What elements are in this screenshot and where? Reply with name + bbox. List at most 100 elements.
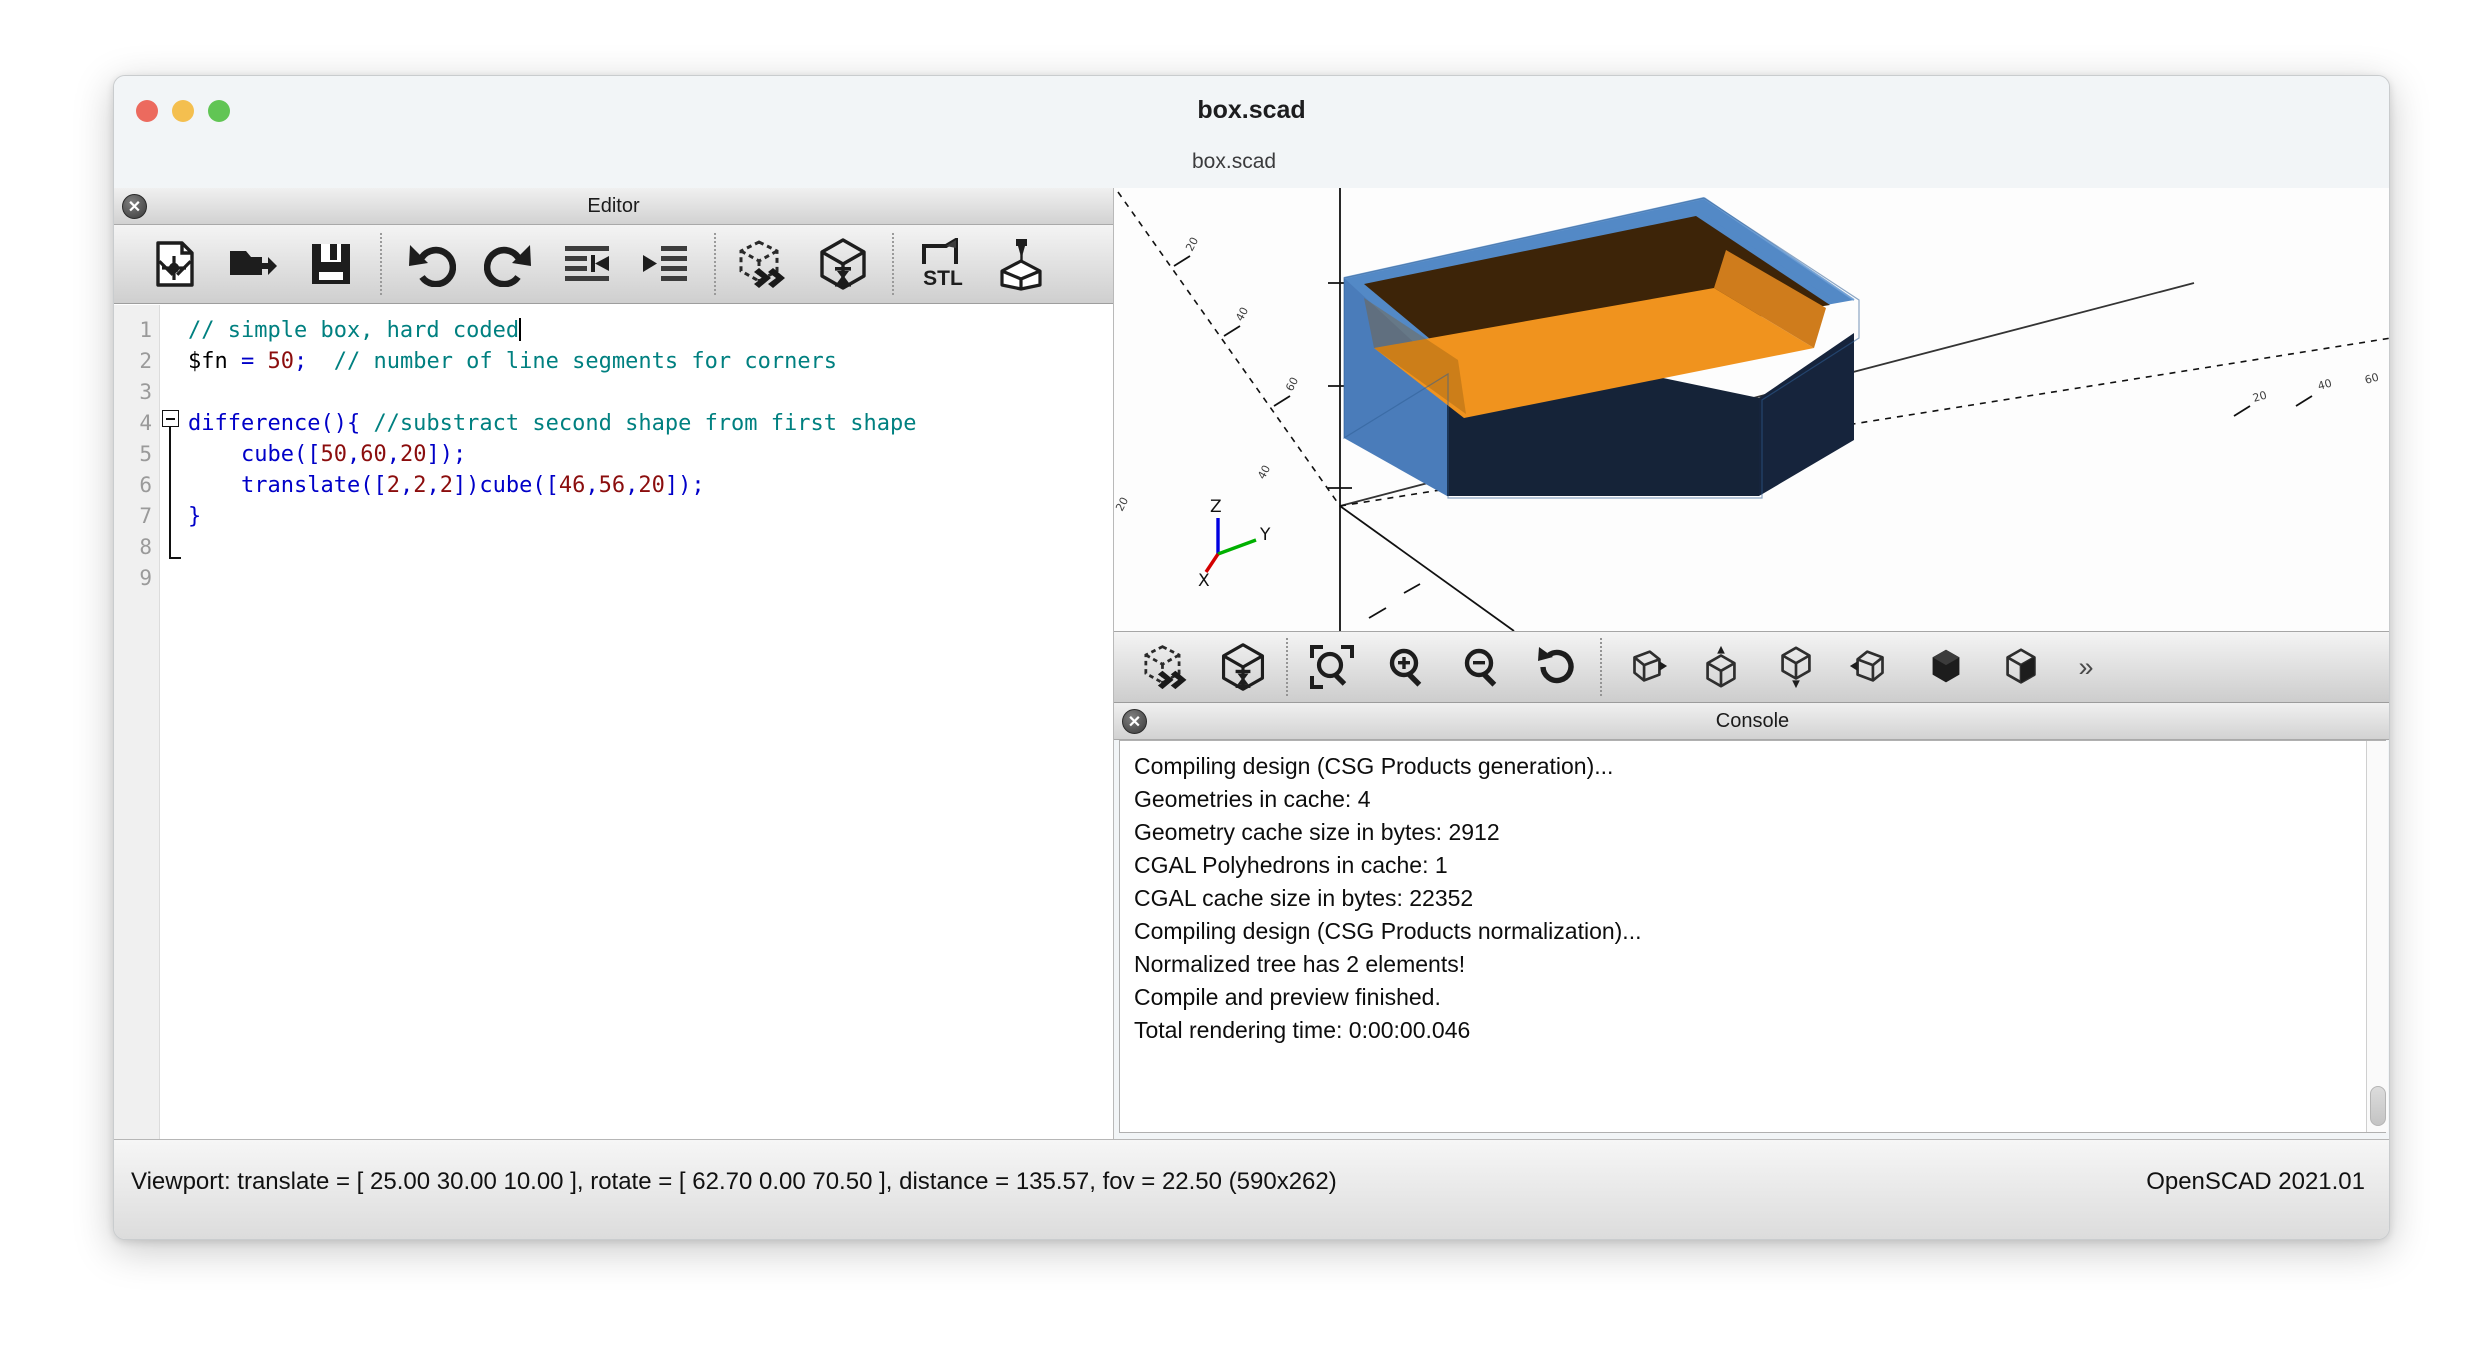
render-icon[interactable] — [804, 233, 882, 295]
console-line: CGAL Polyhedrons in cache: 1 — [1134, 852, 1448, 878]
toolbar-separator — [892, 233, 894, 295]
app-window: box.scad box.scad ✕ Editor STL 1 2 3 4 5… — [113, 75, 2390, 1240]
code-line[interactable]: translate([2,2,2])cube([46,56,20]); — [188, 470, 1113, 501]
code-token: 46 — [558, 473, 586, 498]
code-token: difference(){ — [188, 411, 361, 436]
viewport-status-text: Viewport: translate = [ 25.00 30.00 10.0… — [131, 1168, 1337, 1195]
code-line[interactable] — [188, 377, 1113, 408]
svg-text:Y: Y — [1259, 525, 1271, 545]
view-top-icon[interactable] — [1683, 638, 1758, 696]
overflow-icon[interactable]: » — [2058, 638, 2114, 696]
code-token: 2 — [413, 473, 427, 498]
code-token: ]); — [664, 473, 705, 498]
console-line: Total rendering time: 0:00:00.046 — [1134, 1017, 1471, 1043]
export-stl-icon[interactable]: STL — [904, 233, 982, 295]
app-version-label: OpenSCAD 2021.01 — [2146, 1168, 2365, 1195]
toolbar-separator — [714, 233, 716, 295]
editor-dock-header: ✕ Editor — [114, 188, 1113, 225]
tab-box-scad[interactable]: box.scad — [1192, 150, 1276, 174]
zoom-all-icon[interactable] — [1294, 638, 1369, 696]
code-line[interactable]: } — [188, 501, 1113, 532]
code-token: $fn — [188, 349, 241, 374]
console-output[interactable]: Compiling design (CSG Products generatio… — [1119, 740, 2386, 1133]
reset-view-icon[interactable] — [1519, 638, 1594, 696]
svg-text:Z: Z — [1210, 497, 1222, 517]
console-scrollbar[interactable] — [2366, 741, 2388, 1132]
code-editor[interactable]: 123456789 // simple box, hard coded $fn =… — [114, 305, 1113, 1141]
code-token: ])cube([ — [452, 473, 559, 498]
code-token: translate([ — [240, 473, 387, 498]
line-number: 5 — [139, 442, 152, 466]
code-token: cube([ — [240, 442, 321, 467]
code-line[interactable]: cube([50,60,20]); — [188, 439, 1113, 470]
code-token: , — [399, 473, 414, 498]
code-token: 20 — [399, 442, 427, 467]
right-column: 20 40 60 20 40 20 40 60 Z Y X » ✕ Consol… — [1114, 188, 2389, 1141]
editor-panel: ✕ Editor STL 1 2 3 4 5 6 7 8 9 // simple… — [114, 188, 1114, 1141]
console-panel: ✕ Console Compiling design (CSG Products… — [1114, 703, 2389, 1141]
code-fold-gutter[interactable] — [160, 305, 182, 1141]
code-token: 60 — [360, 442, 387, 467]
unindent-icon[interactable] — [548, 233, 626, 295]
send-to-printer-icon[interactable] — [982, 233, 1060, 295]
code-token: , — [386, 442, 400, 467]
text-cursor — [519, 318, 522, 341]
render-icon[interactable] — [1205, 638, 1280, 696]
preview-icon[interactable] — [1130, 638, 1205, 696]
3d-viewport[interactable]: 20 40 60 20 40 20 40 60 Z Y X — [1114, 188, 2389, 631]
code-line[interactable]: difference(){ //substract second shape f… — [188, 408, 1113, 439]
view-left-icon[interactable] — [1833, 638, 1908, 696]
indent-icon[interactable] — [626, 233, 704, 295]
save-file-icon[interactable] — [292, 233, 370, 295]
toolbar-separator — [380, 233, 382, 295]
open-file-icon[interactable] — [214, 233, 292, 295]
code-line[interactable]: // simple box, hard coded — [188, 315, 1113, 346]
viewport-toolbar: » — [1114, 631, 2389, 703]
editor-dock-title: Editor — [587, 195, 640, 217]
code-line[interactable] — [188, 563, 1113, 594]
code-token: ]); — [426, 442, 467, 467]
redo-icon[interactable] — [470, 233, 548, 295]
view-right-icon[interactable] — [1608, 638, 1683, 696]
console-line: Normalized tree has 2 elements! — [1134, 951, 1466, 977]
console-line: Geometries in cache: 4 — [1134, 786, 1371, 812]
view-bottom-icon[interactable] — [1758, 638, 1833, 696]
close-editor-button[interactable]: ✕ — [122, 194, 147, 219]
close-console-button[interactable]: ✕ — [1122, 709, 1147, 734]
editor-toolbar: STL — [114, 225, 1113, 304]
toolbar-separator — [1600, 638, 1602, 696]
console-line: CGAL cache size in bytes: 22352 — [1134, 885, 1474, 911]
fold-toggle-icon[interactable] — [162, 410, 179, 427]
code-line[interactable]: $fn = 50; // number of line segments for… — [188, 346, 1113, 377]
tab-bar: box.scad — [114, 144, 2389, 188]
zoom-out-icon[interactable] — [1444, 638, 1519, 696]
preview-icon[interactable] — [726, 233, 804, 295]
code-token: 2 — [386, 473, 400, 498]
line-number: 3 — [139, 380, 152, 404]
new-file-icon[interactable] — [136, 233, 214, 295]
code-token: 50 — [267, 349, 294, 374]
line-number-gutter: 1 2 3 4 5 6 7 8 9 — [114, 305, 160, 1141]
console-line: Compiling design (CSG Products generatio… — [1134, 753, 1614, 779]
console-scroll-thumb[interactable] — [2370, 1086, 2386, 1126]
zoom-in-icon[interactable] — [1369, 638, 1444, 696]
undo-icon[interactable] — [392, 233, 470, 295]
code-line[interactable] — [188, 532, 1113, 563]
line-number: 1 — [139, 318, 152, 342]
fold-range-end — [169, 557, 181, 559]
line-number: 8 — [139, 535, 152, 559]
view-back-icon[interactable] — [1983, 638, 2058, 696]
code-text[interactable]: // simple box, hard coded $fn = 50; // nu… — [182, 305, 1113, 1141]
code-token: ; — [293, 349, 308, 374]
view-front-icon[interactable] — [1908, 638, 1983, 696]
window-title: box.scad — [1197, 96, 1306, 124]
svg-text:STL: STL — [923, 267, 963, 290]
code-token: 50 — [320, 442, 347, 467]
svg-text:X: X — [1198, 571, 1210, 591]
code-token: , — [625, 473, 639, 498]
